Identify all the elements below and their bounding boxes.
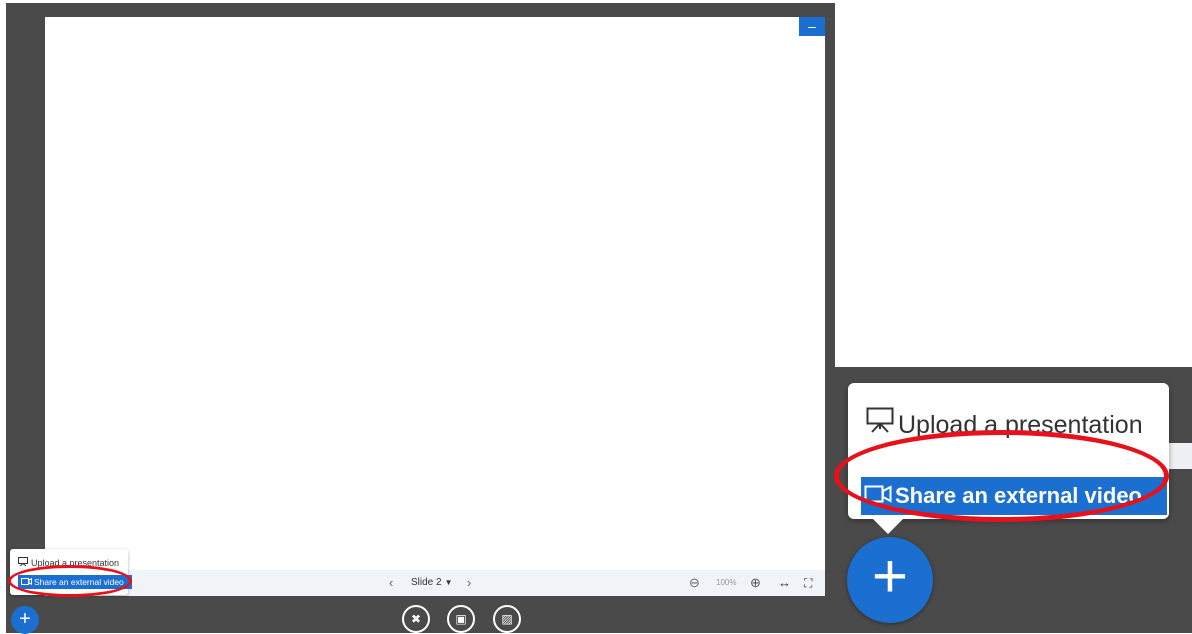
- hide-presentation-button[interactable]: ✖: [402, 605, 430, 633]
- toolbar-fragment: [1168, 443, 1192, 469]
- share-external-video-label-zoomed: Share an external video: [895, 483, 1142, 508]
- presentation-board-icon: [15, 555, 31, 571]
- share-external-video-label: Share an external video: [34, 577, 124, 587]
- hide-presentation-icon: ✖: [410, 612, 422, 626]
- dropdown-pointer: [872, 518, 904, 534]
- upload-presentation-item-zoomed[interactable]: Upload a presentation: [862, 407, 1143, 441]
- actions-dropdown-zoomed: Upload a presentation Share an external …: [848, 383, 1169, 519]
- screen-share-off-icon: ▨: [501, 612, 513, 626]
- actions-plus-button[interactable]: +: [11, 606, 39, 634]
- zoom-in-icon[interactable]: ⊕: [750, 570, 761, 596]
- fit-to-width-icon[interactable]: ↔: [778, 570, 791, 596]
- upload-presentation-item[interactable]: Upload a presentation: [15, 555, 125, 571]
- chevron-down-icon: ▼: [444, 578, 453, 587]
- upload-presentation-label-zoomed: Upload a presentation: [898, 411, 1143, 439]
- share-external-video-item-zoomed[interactable]: Share an external video: [861, 477, 1167, 515]
- zoom-out-icon[interactable]: ⊖: [689, 570, 700, 596]
- upload-presentation-label: Upload a presentation: [31, 558, 120, 568]
- zoomed-inset: Upload a presentation Share an external …: [835, 367, 1192, 633]
- actions-dropdown-small: Upload a presentation Share an external …: [10, 549, 132, 595]
- actions-plus-button-zoomed[interactable]: +: [847, 537, 933, 623]
- video-camera-icon: [861, 477, 895, 515]
- video-camera-icon: [18, 575, 34, 589]
- zoom-level: 100%: [716, 578, 737, 587]
- minimize-presentation-button[interactable]: –: [799, 17, 825, 36]
- presentation-board-icon: [862, 407, 898, 442]
- webcam-off-icon: ▣: [455, 612, 467, 626]
- slide-selector[interactable]: Slide 2 ▼: [411, 570, 453, 596]
- previous-slide-icon[interactable]: ‹: [389, 570, 393, 596]
- share-webcam-button[interactable]: ▣: [447, 605, 475, 633]
- main-screenshot: – ‹ Slide 2 ▼ › ⊖ 100% ⊕ ↔ ⛶ ✖ ▣ ▨ Upload…: [0, 0, 835, 634]
- slide-selector-label: Slide 2: [411, 577, 442, 588]
- presentation-toolbar: ‹ Slide 2 ▼ › ⊖ 100% ⊕ ↔ ⛶: [45, 570, 825, 596]
- fullscreen-icon[interactable]: ⛶: [804, 570, 812, 596]
- presentation-slide: [45, 17, 825, 570]
- share-external-video-item[interactable]: Share an external video: [18, 575, 132, 589]
- next-slide-icon[interactable]: ›: [467, 570, 471, 596]
- share-screen-button[interactable]: ▨: [493, 605, 521, 633]
